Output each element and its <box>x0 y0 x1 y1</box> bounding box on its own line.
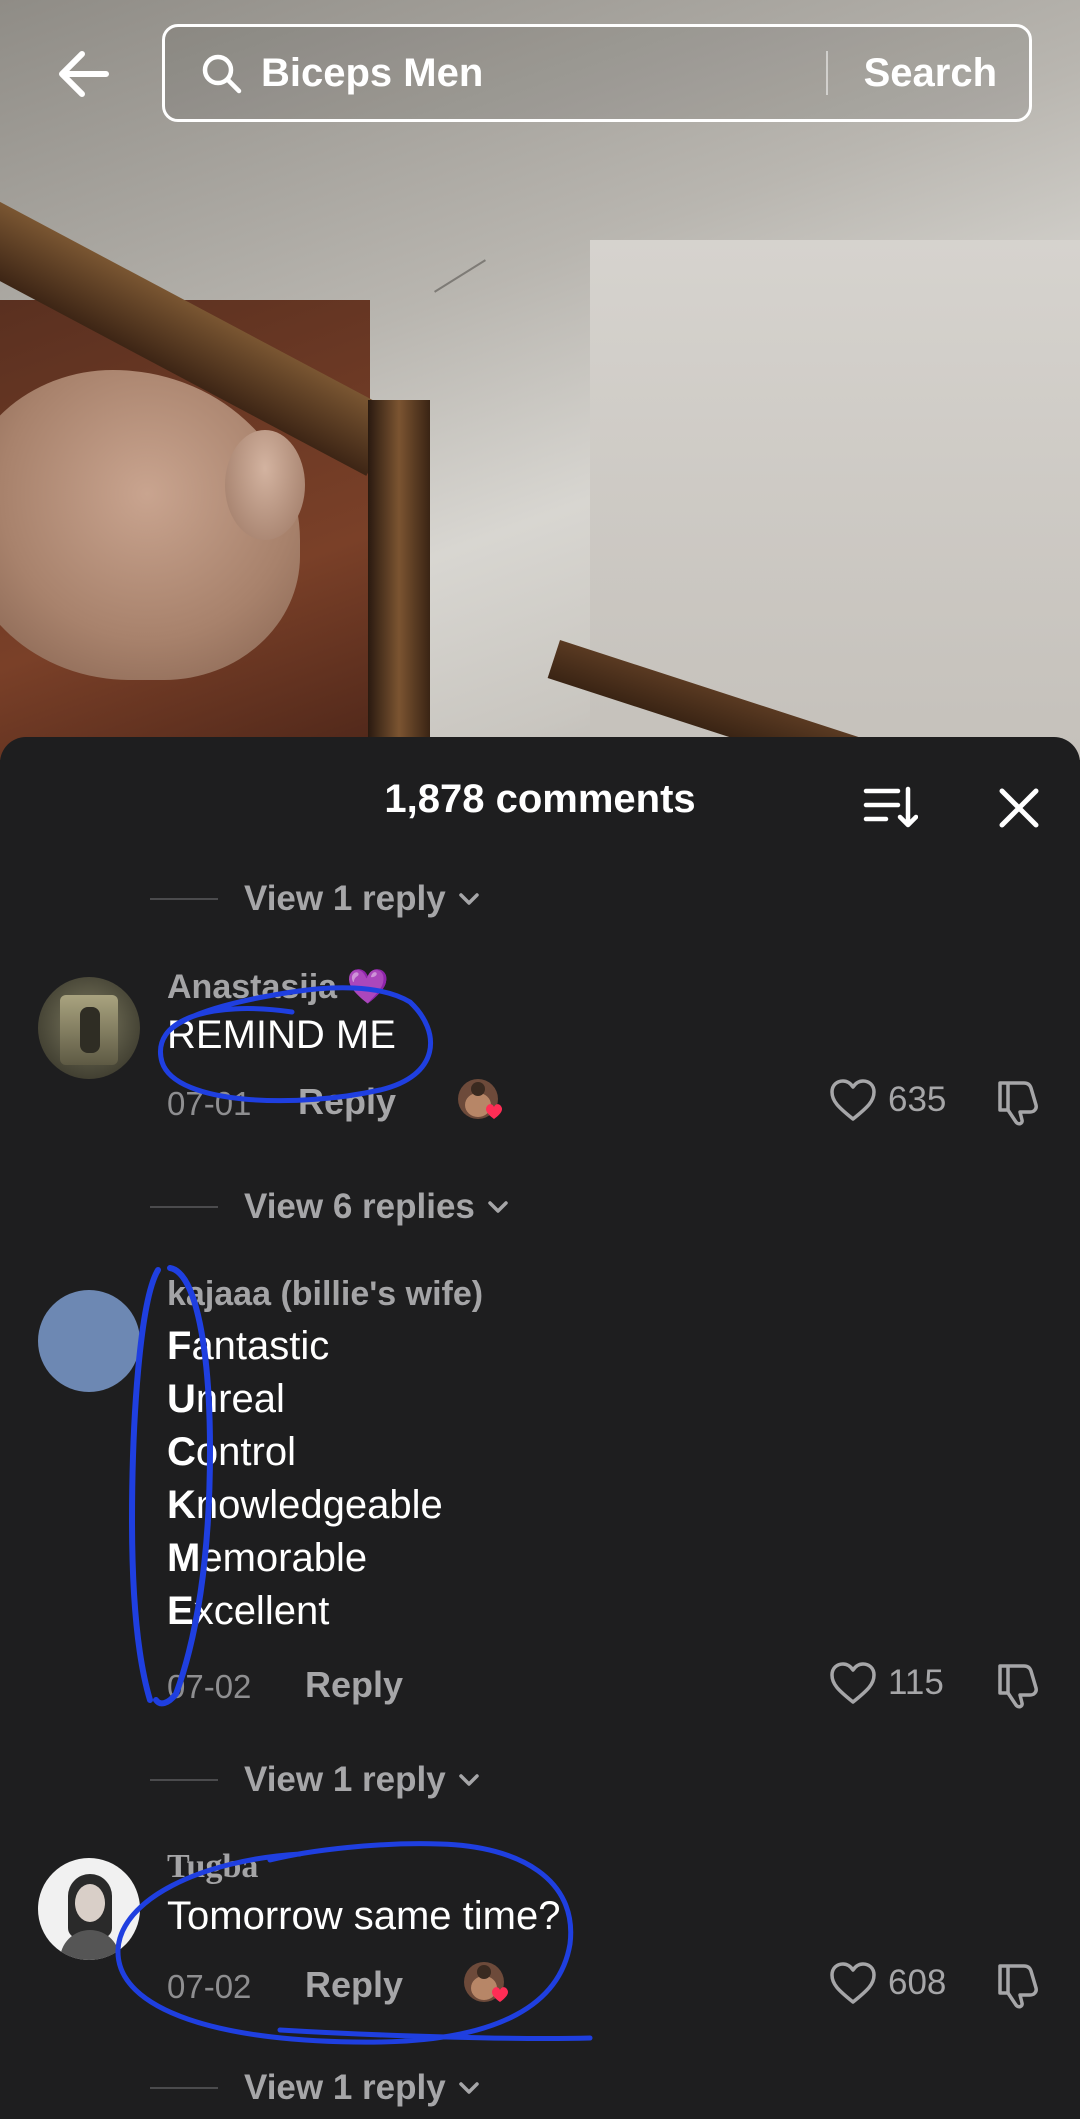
like-count: 635 <box>888 1080 947 1119</box>
search-button[interactable]: Search <box>828 51 1029 96</box>
creator-liked-sticker <box>464 1960 512 2008</box>
replies-divider <box>150 1206 218 1208</box>
chevron-down-icon <box>458 893 479 905</box>
heart-icon <box>830 1079 876 1121</box>
search-bar[interactable]: Biceps Men Search <box>162 24 1032 122</box>
view-replies-button[interactable]: View 1 reply <box>150 1755 482 1805</box>
view-replies-label: View 1 reply <box>244 2068 446 2107</box>
comment-date: 07-01 <box>167 1085 252 1122</box>
replies-divider <box>150 1779 218 1781</box>
chevron-down-icon <box>458 1774 479 1786</box>
view-replies-button[interactable]: View 1 reply <box>150 874 482 924</box>
chevron-down-icon <box>488 1201 508 1213</box>
search-icon <box>202 54 242 94</box>
comment-text-line: Fantastic <box>167 1324 330 1368</box>
like-button[interactable]: 608 <box>828 1960 946 2006</box>
comment-text-line: Memorable <box>167 1536 368 1580</box>
replies-divider <box>150 898 218 900</box>
comment-text-line: Excellent <box>167 1589 330 1633</box>
avatar[interactable] <box>38 1858 140 1960</box>
comment-text-line: Unreal <box>167 1377 285 1421</box>
replies-divider <box>150 2087 218 2089</box>
comments-count-title: 1,878 comments <box>384 777 696 821</box>
avatar[interactable] <box>38 1290 140 1392</box>
view-replies-label: View 1 reply <box>244 1760 446 1799</box>
heart-icon <box>830 1662 876 1704</box>
comment-date: 07-02 <box>167 1668 252 1705</box>
reply-button[interactable]: Reply <box>298 1081 396 1123</box>
like-count: 608 <box>888 1963 947 2002</box>
view-replies-button[interactable]: View 1 reply <box>150 2063 482 2113</box>
sort-icon[interactable] <box>862 779 918 835</box>
comment-text: REMIND ME <box>167 1013 396 1057</box>
search-query[interactable]: Biceps Men <box>261 51 826 96</box>
video-knuckle <box>225 430 305 540</box>
comment-text-line: Knowledgeable <box>167 1483 443 1527</box>
like-button[interactable]: 635 <box>828 1077 946 1123</box>
comment-text: Fantastic Unreal Control Knowledgeable M… <box>167 1320 443 1638</box>
comment-text-line: Control <box>167 1430 296 1474</box>
dislike-icon[interactable] <box>992 1660 1042 1710</box>
close-icon[interactable] <box>992 781 1046 835</box>
comment-text: Tomorrow same time? <box>167 1894 561 1938</box>
chevron-down-icon <box>458 2082 479 2094</box>
avatar[interactable] <box>38 977 140 1079</box>
heart-icon <box>830 1962 876 2004</box>
creator-liked-sticker <box>458 1077 506 1125</box>
video-wall-crack <box>434 259 486 293</box>
comment-username[interactable]: Tugba <box>167 1848 258 1886</box>
video-door-frame-edge <box>368 400 430 760</box>
view-replies-button[interactable]: View 6 replies <box>150 1182 511 1232</box>
comments-sheet: 1,878 comments View 1 reply Anastasija 💜… <box>0 737 1080 2119</box>
like-count: 115 <box>888 1663 944 1702</box>
dislike-icon[interactable] <box>992 1077 1042 1127</box>
comment-username[interactable]: Anastasija 💜 <box>167 967 389 1007</box>
reply-button[interactable]: Reply <box>305 1964 403 2006</box>
back-arrow-icon[interactable] <box>52 42 116 106</box>
view-replies-label: View 1 reply <box>244 879 446 918</box>
like-button[interactable]: 115 <box>828 1660 944 1706</box>
comment-username[interactable]: kajaaa (billie's wife) <box>167 1275 483 1314</box>
dislike-icon[interactable] <box>992 1960 1042 2010</box>
view-replies-label: View 6 replies <box>244 1187 475 1226</box>
reply-button[interactable]: Reply <box>305 1664 403 1706</box>
comment-date: 07-02 <box>167 1968 252 2005</box>
